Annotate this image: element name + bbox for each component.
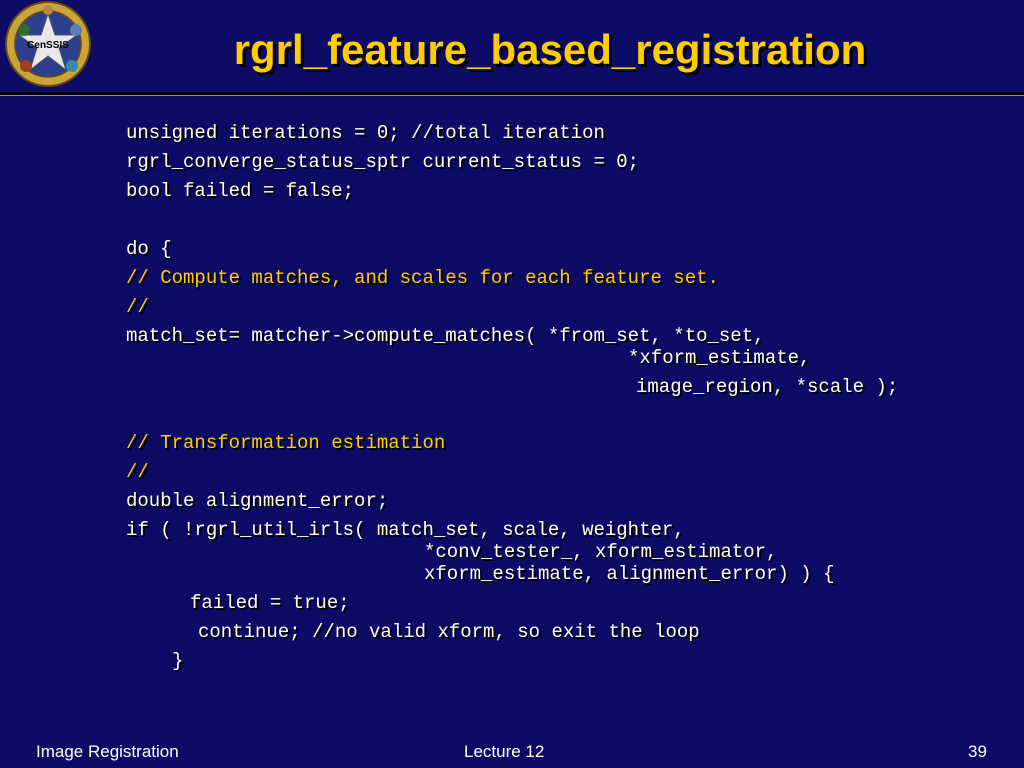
logo-emblem-1: [18, 24, 30, 36]
code-line: do {: [126, 238, 172, 260]
code-line: double alignment_error;: [126, 490, 389, 512]
code-line: xform_estimate, alignment_error) ) {: [424, 563, 835, 585]
logo-emblem-3: [20, 60, 32, 72]
code-line: match_set= matcher->compute_matches( *fr…: [126, 325, 765, 347]
logo-emblem-5: [43, 5, 53, 15]
code-line: bool failed = false;: [126, 180, 355, 202]
footer-course: Image Registration: [36, 742, 179, 761]
code-line: }: [172, 650, 184, 672]
logo-emblem-4: [66, 60, 78, 72]
code-line: failed = true;: [190, 592, 350, 614]
censsis-logo: CenSSIS: [5, 1, 91, 87]
code-line: *xform_estimate,: [628, 347, 811, 369]
logo-emblem-2: [70, 24, 82, 36]
code-comment: //: [126, 461, 149, 483]
code-comment: // Transformation estimation: [126, 432, 446, 454]
code-line: image_region, *scale );: [636, 376, 899, 398]
code-line: *conv_tester_, xform_estimator,: [424, 541, 778, 563]
logo-center-text: CenSSIS: [27, 40, 69, 51]
code-line: rgrl_converge_status_sptr current_status…: [126, 151, 640, 173]
code-line: continue; //no valid xform, so exit the …: [198, 621, 700, 643]
title-divider-highlight: [0, 95, 1024, 96]
slide-title: rgrl_feature_based_registration: [233, 26, 867, 73]
footer-lecture: Lecture 12: [464, 742, 545, 761]
footer-page-number: 39: [968, 742, 987, 761]
code-comment: // Compute matches, and scales for each …: [126, 267, 719, 289]
code-line: if ( !rgrl_util_irls( match_set, scale, …: [126, 519, 685, 541]
code-comment: //: [126, 296, 149, 318]
slide: CenSSIS rgrl_feature_based_registration …: [0, 0, 1024, 768]
code-line: unsigned iterations = 0; //total iterati…: [126, 122, 605, 144]
